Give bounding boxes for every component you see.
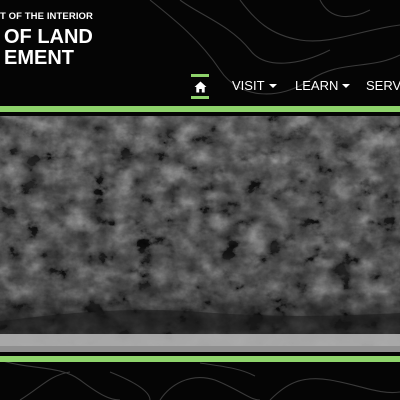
nav-services-label: SERVI [366, 78, 400, 93]
main-navigation: VISIT LEARN SERVI [0, 72, 400, 104]
chevron-down-icon [342, 83, 351, 88]
site-header: T OF THE INTERIOR OF LAND EMENT VISIT LE… [0, 0, 400, 104]
nav-visit-label: VISIT [232, 78, 265, 93]
bureau-logo-text[interactable]: OF LAND EMENT [0, 27, 160, 69]
nav-services[interactable]: SERVI [366, 78, 400, 93]
home-icon [194, 81, 206, 92]
department-label: T OF THE INTERIOR [0, 11, 94, 22]
nav-visit[interactable]: VISIT [232, 78, 277, 93]
nav-learn-label: LEARN [295, 78, 339, 93]
bureau-name-line-1: OF LAND [4, 26, 93, 48]
accent-bar-bottom [0, 356, 400, 362]
home-button[interactable] [191, 74, 209, 99]
rock-cliff-photo [0, 116, 400, 352]
nav-learn[interactable]: LEARN [295, 78, 351, 93]
bureau-name-line-2: EMENT [4, 47, 74, 69]
chevron-down-icon [268, 83, 277, 88]
hero-image [0, 116, 400, 352]
accent-bar-top [0, 106, 400, 112]
